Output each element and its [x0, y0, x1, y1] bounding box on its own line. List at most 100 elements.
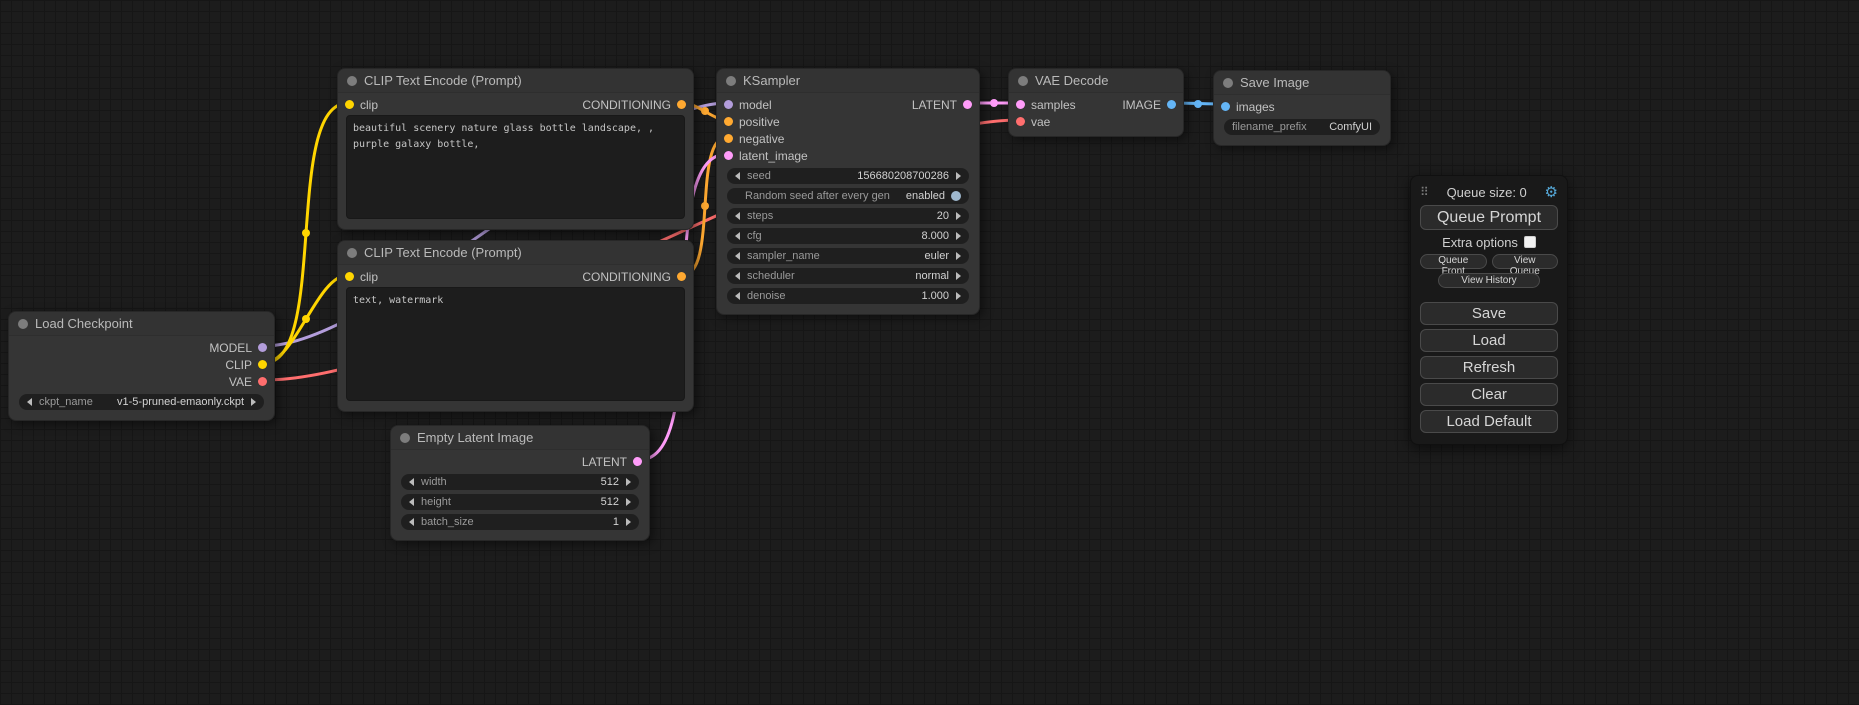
graph-canvas[interactable]: Load Checkpoint MODEL CLIP VAE ckpt_name… — [0, 0, 1859, 705]
node-title-bar[interactable]: Save Image — [1214, 71, 1390, 95]
decrement-arrow-icon[interactable] — [735, 292, 740, 300]
load-button[interactable]: Load — [1420, 329, 1558, 352]
slot-dot-vae[interactable] — [1016, 117, 1025, 126]
decrement-arrow-icon[interactable] — [409, 498, 414, 506]
output-slot-latent[interactable]: LATENT — [905, 96, 979, 113]
node-ksampler[interactable]: KSampler model positive negative — [716, 68, 980, 315]
view-history-button[interactable]: View History — [1438, 273, 1540, 288]
node-title-bar[interactable]: Load Checkpoint — [9, 312, 274, 336]
queue-front-button[interactable]: Queue Front — [1420, 254, 1487, 269]
widget-filename-prefix[interactable]: filename_prefix ComfyUI — [1224, 119, 1380, 135]
input-slot-samples[interactable]: samples — [1009, 96, 1083, 113]
widget-random-seed-toggle[interactable]: Random seed after every gen enabled — [727, 188, 969, 204]
node-load-checkpoint[interactable]: Load Checkpoint MODEL CLIP VAE ckpt_name… — [8, 311, 275, 421]
decrement-arrow-icon[interactable] — [735, 212, 740, 220]
widget-cfg[interactable]: cfg 8.000 — [727, 228, 969, 244]
slot-dot-model[interactable] — [258, 343, 267, 352]
widget-ckpt-name[interactable]: ckpt_name v1-5-pruned-emaonly.ckpt — [19, 394, 264, 410]
slot-dot-latent[interactable] — [963, 100, 972, 109]
widget-width[interactable]: width 512 — [401, 474, 639, 490]
node-title-bar[interactable]: CLIP Text Encode (Prompt) — [338, 241, 693, 265]
widget-steps[interactable]: steps 20 — [727, 208, 969, 224]
save-button[interactable]: Save — [1420, 302, 1558, 325]
increment-arrow-icon[interactable] — [956, 172, 961, 180]
slot-dot-samples[interactable] — [1016, 100, 1025, 109]
decrement-arrow-icon[interactable] — [735, 272, 740, 280]
increment-arrow-icon[interactable] — [251, 398, 256, 406]
widget-batch-size[interactable]: batch_size 1 — [401, 514, 639, 530]
widget-seed[interactable]: seed 156680208700286 — [727, 168, 969, 184]
increment-arrow-icon[interactable] — [956, 292, 961, 300]
collapse-toggle-icon[interactable] — [1018, 76, 1028, 86]
widget-scheduler[interactable]: scheduler normal — [727, 268, 969, 284]
input-slot-clip[interactable]: clip — [345, 98, 378, 112]
positive-prompt-textarea[interactable]: beautiful scenery nature glass bottle la… — [346, 115, 685, 219]
decrement-arrow-icon[interactable] — [27, 398, 32, 406]
output-slot-model[interactable]: MODEL — [9, 339, 274, 356]
negative-prompt-textarea[interactable]: text, watermark — [346, 287, 685, 401]
node-title-bar[interactable]: VAE Decode — [1009, 69, 1183, 93]
output-slot-clip[interactable]: CLIP — [9, 356, 274, 373]
slot-dot-conditioning[interactable] — [677, 100, 686, 109]
increment-arrow-icon[interactable] — [956, 232, 961, 240]
input-slot-images[interactable]: images — [1214, 98, 1390, 115]
slot-dot-latent[interactable] — [633, 457, 642, 466]
slot-dot-clip[interactable] — [345, 272, 354, 281]
widget-denoise[interactable]: denoise 1.000 — [727, 288, 969, 304]
collapse-toggle-icon[interactable] — [347, 76, 357, 86]
queue-prompt-button[interactable]: Queue Prompt — [1420, 205, 1558, 230]
input-slot-positive[interactable]: positive — [717, 113, 815, 130]
increment-arrow-icon[interactable] — [956, 212, 961, 220]
refresh-button[interactable]: Refresh — [1420, 356, 1558, 379]
node-title-bar[interactable]: CLIP Text Encode (Prompt) — [338, 69, 693, 93]
decrement-arrow-icon[interactable] — [409, 518, 414, 526]
slot-dot-conditioning[interactable] — [677, 272, 686, 281]
slot-dot-image[interactable] — [1167, 100, 1176, 109]
input-slot-clip[interactable]: clip — [345, 270, 378, 284]
slot-dot-images[interactable] — [1221, 102, 1230, 111]
node-title-bar[interactable]: KSampler — [717, 69, 979, 93]
decrement-arrow-icon[interactable] — [735, 252, 740, 260]
increment-arrow-icon[interactable] — [626, 498, 631, 506]
decrement-arrow-icon[interactable] — [735, 232, 740, 240]
drag-handle-icon[interactable]: ⠿ — [1420, 185, 1429, 199]
slot-dot-vae[interactable] — [258, 377, 267, 386]
slot-dot-model[interactable] — [724, 100, 733, 109]
settings-gear-icon[interactable]: ⚙ — [1545, 185, 1558, 200]
output-slot-latent[interactable]: LATENT — [391, 453, 649, 470]
node-title-bar[interactable]: Empty Latent Image — [391, 426, 649, 450]
toggle-dot-icon[interactable] — [951, 191, 961, 201]
collapse-toggle-icon[interactable] — [1223, 78, 1233, 88]
slot-dot-positive[interactable] — [724, 117, 733, 126]
output-slot-conditioning[interactable]: CONDITIONING — [582, 270, 686, 284]
increment-arrow-icon[interactable] — [956, 272, 961, 280]
node-empty-latent-image[interactable]: Empty Latent Image LATENT width 512 heig… — [390, 425, 650, 541]
input-slot-vae[interactable]: vae — [1009, 113, 1083, 130]
widget-sampler-name[interactable]: sampler_name euler — [727, 248, 969, 264]
widget-height[interactable]: height 512 — [401, 494, 639, 510]
node-clip-text-encode-negative[interactable]: CLIP Text Encode (Prompt) clip CONDITION… — [337, 240, 694, 412]
collapse-toggle-icon[interactable] — [347, 248, 357, 258]
slot-dot-negative[interactable] — [724, 134, 733, 143]
collapse-toggle-icon[interactable] — [726, 76, 736, 86]
decrement-arrow-icon[interactable] — [735, 172, 740, 180]
input-slot-latent-image[interactable]: latent_image — [717, 147, 815, 164]
decrement-arrow-icon[interactable] — [409, 478, 414, 486]
output-slot-conditioning[interactable]: CONDITIONING — [582, 98, 686, 112]
input-slot-model[interactable]: model — [717, 96, 815, 113]
increment-arrow-icon[interactable] — [626, 518, 631, 526]
view-queue-button[interactable]: View Queue — [1492, 254, 1559, 269]
node-save-image[interactable]: Save Image images filename_prefix ComfyU… — [1213, 70, 1391, 146]
slot-dot-clip[interactable] — [345, 100, 354, 109]
increment-arrow-icon[interactable] — [626, 478, 631, 486]
load-default-button[interactable]: Load Default — [1420, 410, 1558, 433]
collapse-toggle-icon[interactable] — [18, 319, 28, 329]
slot-dot-clip[interactable] — [258, 360, 267, 369]
node-vae-decode[interactable]: VAE Decode samples vae IMAGE — [1008, 68, 1184, 137]
node-clip-text-encode-positive[interactable]: CLIP Text Encode (Prompt) clip CONDITION… — [337, 68, 694, 230]
collapse-toggle-icon[interactable] — [400, 433, 410, 443]
clear-button[interactable]: Clear — [1420, 383, 1558, 406]
slot-dot-latent-image[interactable] — [724, 151, 733, 160]
input-slot-negative[interactable]: negative — [717, 130, 815, 147]
output-slot-vae[interactable]: VAE — [9, 373, 274, 390]
